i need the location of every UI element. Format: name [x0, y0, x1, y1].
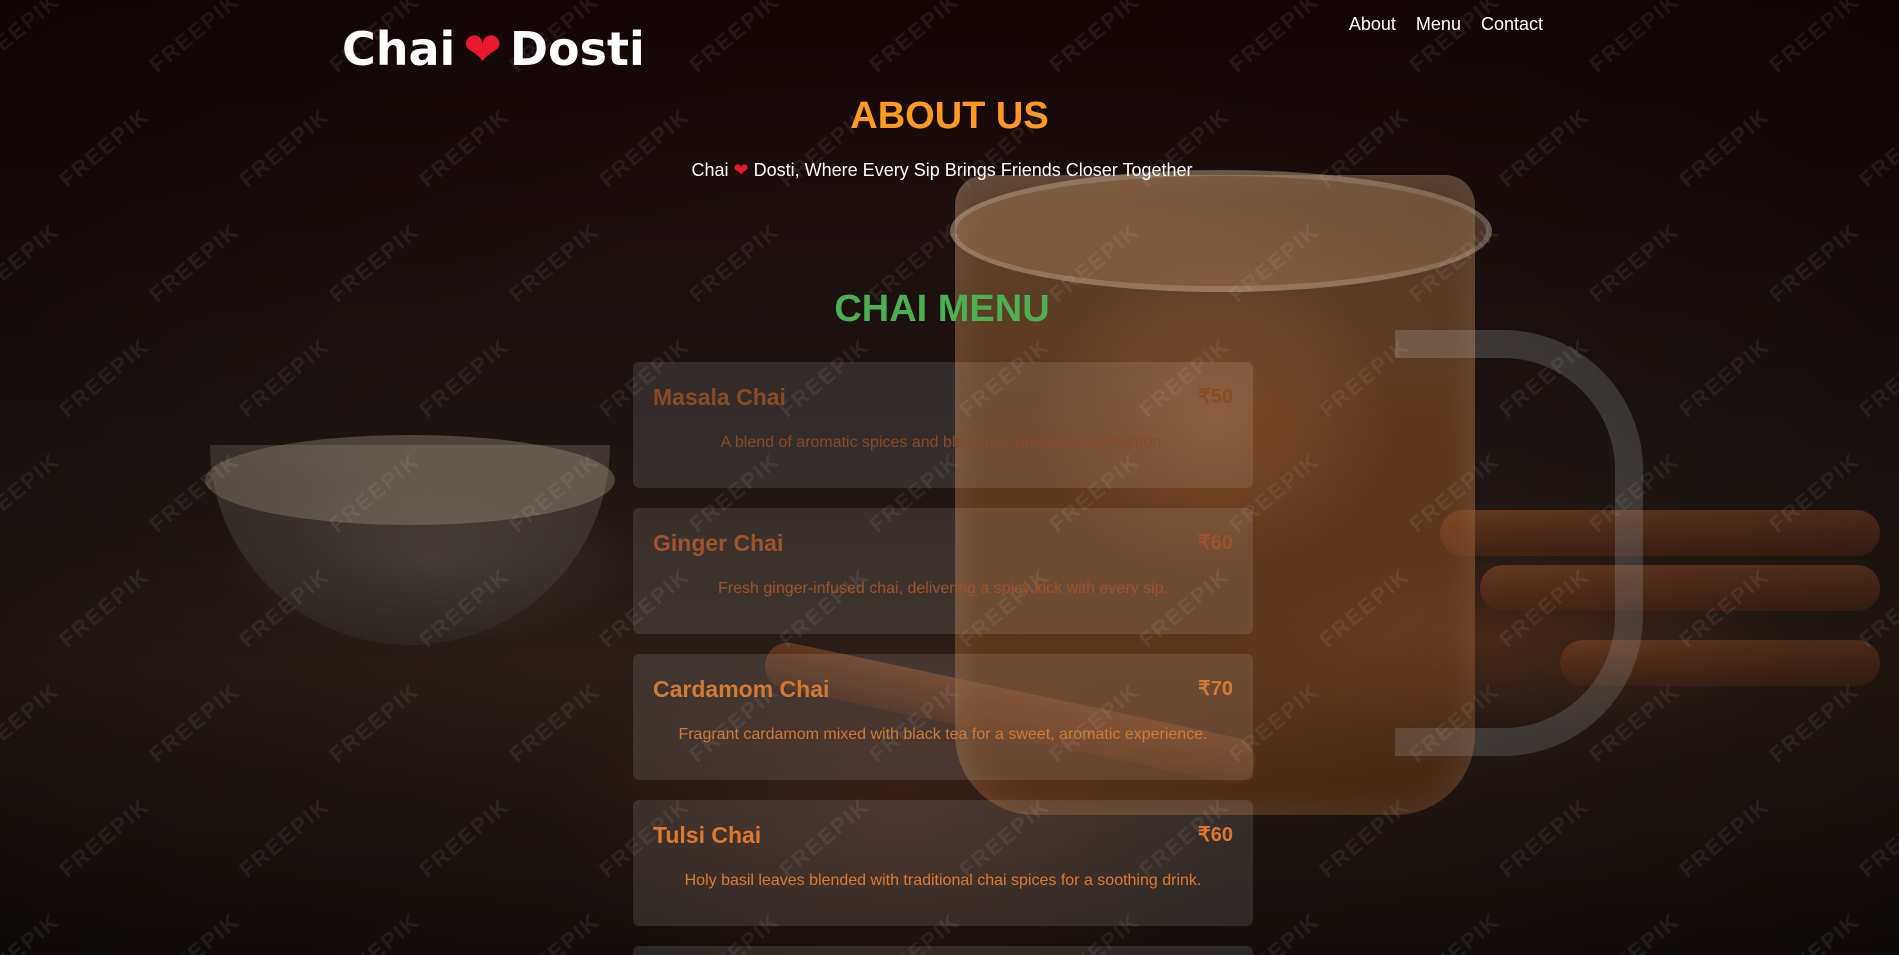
tagline-text: Dosti, Where Every Sip Brings Friends Cl…: [753, 160, 1193, 180]
menu-item-card[interactable]: Masala Chai ₹50 A blend of aromatic spic…: [633, 362, 1253, 488]
nav-link-menu[interactable]: Menu: [1416, 14, 1461, 35]
menu-item-description: Fragrant cardamom mixed with black tea f…: [678, 726, 1208, 743]
nav-link-contact[interactable]: Contact: [1481, 14, 1543, 35]
menu-item-name: Tulsi Chai: [653, 822, 762, 848]
about-tagline: Chai ❤ Dosti, Where Every Sip Brings Fri…: [0, 160, 1884, 181]
menu-title: CHAI MENU: [834, 288, 1050, 330]
menu-item-description: Holy basil leaves blended with tradition…: [684, 872, 1202, 889]
menu-item-name: Masala Chai: [653, 384, 786, 410]
menu-item-card[interactable]: Cardamom Chai ₹70 Fragrant cardamom mixe…: [633, 654, 1253, 780]
about-title: ABOUT US: [850, 95, 1049, 137]
brand-logo[interactable]: Chai ❤ Dosti: [342, 22, 645, 76]
heart-icon: ❤: [463, 22, 502, 76]
menu-item-card[interactable]: Tulsi Chai ₹60 Holy basil leaves blended…: [633, 800, 1253, 926]
menu-item-card-partial[interactable]: [633, 946, 1253, 955]
heart-icon: ❤: [733, 160, 749, 180]
menu-item-name: Cardamom Chai: [653, 676, 830, 702]
menu-item-price: ₹60: [1198, 824, 1233, 846]
main-nav: About Menu Contact: [1349, 14, 1543, 35]
menu-item-name: Ginger Chai: [653, 530, 784, 556]
page: FREEPIKFREEPIKFREEPIKFREEPIKFREEPIKFREEP…: [0, 0, 1899, 955]
menu-list: Masala Chai ₹50 A blend of aromatic spic…: [633, 362, 1253, 946]
brand-name-part1: Chai: [342, 22, 456, 76]
brand-name-part2: Dosti: [509, 22, 645, 76]
menu-item-price: ₹70: [1198, 678, 1233, 700]
menu-item-price: ₹60: [1198, 532, 1233, 554]
menu-item-description: Fresh ginger-infused chai, delivering a …: [718, 580, 1168, 597]
menu-item-price: ₹50: [1198, 386, 1233, 408]
tagline-brand-part1: Chai: [691, 160, 729, 180]
nav-link-about[interactable]: About: [1349, 14, 1396, 35]
menu-item-description: A blend of aromatic spices and black tea…: [720, 434, 1166, 451]
menu-item-card[interactable]: Ginger Chai ₹60 Fresh ginger-infused cha…: [633, 508, 1253, 634]
